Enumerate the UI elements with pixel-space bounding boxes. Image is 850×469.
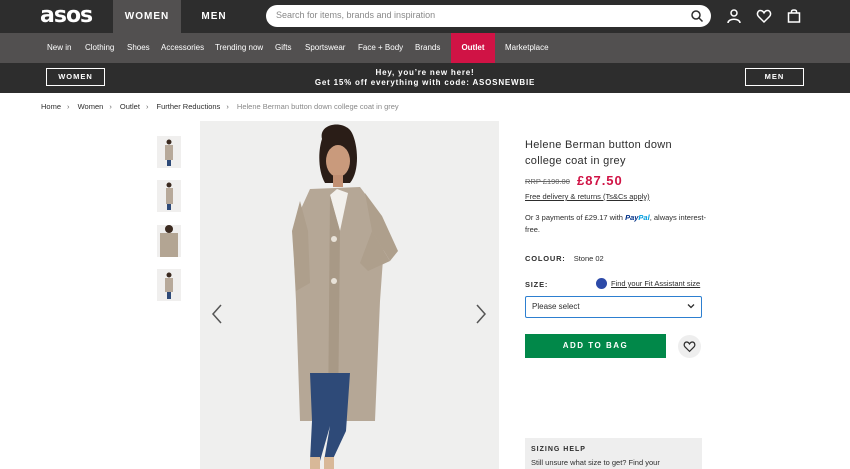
- breadcrumb-current: Helene Berman button down college coat i…: [236, 102, 399, 111]
- breadcrumb-separator: ›: [226, 102, 229, 111]
- current-price: £87.50: [577, 173, 623, 188]
- next-image-arrow[interactable]: [474, 302, 488, 326]
- rrp-price: RRP £190.00: [525, 177, 570, 186]
- promo-message: Hey, you’re new here! Get 15% off everyt…: [250, 68, 600, 88]
- account-icon[interactable]: [726, 8, 742, 24]
- paypal-word-1: Pay: [625, 213, 639, 222]
- fit-assistant-link[interactable]: Find your Fit Assistant size: [611, 279, 700, 288]
- nav-face-body[interactable]: Face + Body: [358, 33, 403, 63]
- asos-logo[interactable]: asos: [40, 3, 93, 28]
- product-thumbnail-3[interactable]: [157, 225, 181, 257]
- bag-icon[interactable]: [786, 8, 802, 24]
- search-icon[interactable]: [690, 9, 704, 23]
- nav-new-in[interactable]: New in: [47, 33, 71, 63]
- size-select[interactable]: Please select: [525, 296, 702, 318]
- breadcrumb-separator: ›: [67, 102, 70, 111]
- sizing-help-text: Still unsure what size to get? Find your: [531, 458, 660, 467]
- paypal-logo: PayPal: [625, 213, 650, 222]
- promo-women-button[interactable]: WOMEN: [46, 68, 105, 86]
- promo-line-1: Hey, you’re new here!: [375, 68, 475, 77]
- breadcrumb-outlet[interactable]: Outlet: [120, 102, 140, 111]
- top-bar: asos WOMEN MEN Search for items, brands …: [0, 0, 850, 33]
- colour-value: Stone 02: [573, 254, 604, 263]
- search-bar[interactable]: Search for items, brands and inspiration: [266, 5, 711, 27]
- previous-image-arrow[interactable]: [210, 302, 224, 326]
- breadcrumb-home[interactable]: Home: [41, 102, 61, 111]
- nav-sportswear[interactable]: Sportswear: [305, 33, 345, 63]
- nav-trending-now[interactable]: Trending now: [215, 33, 263, 63]
- sizing-help-heading: SIZING HELP: [531, 446, 586, 453]
- breadcrumb-women[interactable]: Women: [78, 102, 104, 111]
- product-photo: [200, 121, 499, 469]
- sizing-help-panel: SIZING HELP Still unsure what size to ge…: [525, 438, 702, 469]
- product-title: Helene Berman button down college coat i…: [525, 139, 672, 167]
- promo-banner: WOMEN Hey, you’re new here! Get 15% off …: [0, 63, 850, 93]
- tab-men[interactable]: MEN: [181, 0, 247, 33]
- breadcrumb-separator: ›: [109, 102, 112, 111]
- breadcrumb-further-reductions[interactable]: Further Reductions: [157, 102, 221, 111]
- promo-line-2: Get 15% off everything with code: ASOSNE…: [314, 78, 536, 87]
- nav-outlet[interactable]: Outlet: [451, 33, 495, 63]
- category-nav: New in Clothing Shoes Accessories Trendi…: [0, 33, 850, 63]
- size-label: SIZE:: [525, 280, 549, 289]
- nav-clothing[interactable]: Clothing: [85, 33, 114, 63]
- heart-icon[interactable]: [756, 8, 772, 24]
- delivery-returns-link[interactable]: Free delivery & returns (Ts&Cs apply): [525, 192, 650, 201]
- nav-gifts[interactable]: Gifts: [275, 33, 291, 63]
- nav-marketplace[interactable]: Marketplace: [505, 33, 549, 63]
- paypal-word-2: Pal: [638, 213, 650, 222]
- fit-assistant[interactable]: Find your Fit Assistant size: [596, 278, 700, 289]
- installments-text: Or 3 payments of £29.17 with: [525, 213, 623, 222]
- fit-assistant-icon: [596, 278, 607, 289]
- nav-brands[interactable]: Brands: [415, 33, 440, 63]
- installments-info: Or 3 payments of £29.17 with PayPal, alw…: [525, 212, 710, 236]
- product-main-image: [200, 121, 499, 469]
- chevron-down-icon: [687, 304, 695, 309]
- promo-men-button[interactable]: MEN: [745, 68, 804, 86]
- size-select-value: Please select: [532, 302, 580, 311]
- product-thumbnail-4[interactable]: [157, 269, 181, 301]
- heart-icon: [683, 341, 696, 353]
- colour-row: COLOUR: Stone 02: [525, 254, 604, 263]
- tab-women[interactable]: WOMEN: [113, 0, 181, 33]
- product-thumbnail-2[interactable]: [157, 180, 181, 212]
- breadcrumb-separator: ›: [145, 102, 149, 111]
- product-thumbnail-1[interactable]: [157, 136, 181, 168]
- search-input[interactable]: Search for items, brands and inspiration: [276, 10, 435, 20]
- colour-label: COLOUR:: [525, 254, 566, 263]
- breadcrumb: Home › Women › Outlet › Further Reductions ›…: [41, 102, 405, 111]
- nav-shoes[interactable]: Shoes: [127, 33, 150, 63]
- add-to-bag-button[interactable]: ADD TO BAG: [525, 334, 666, 358]
- nav-accessories[interactable]: Accessories: [161, 33, 204, 63]
- save-for-later-button[interactable]: [678, 335, 701, 358]
